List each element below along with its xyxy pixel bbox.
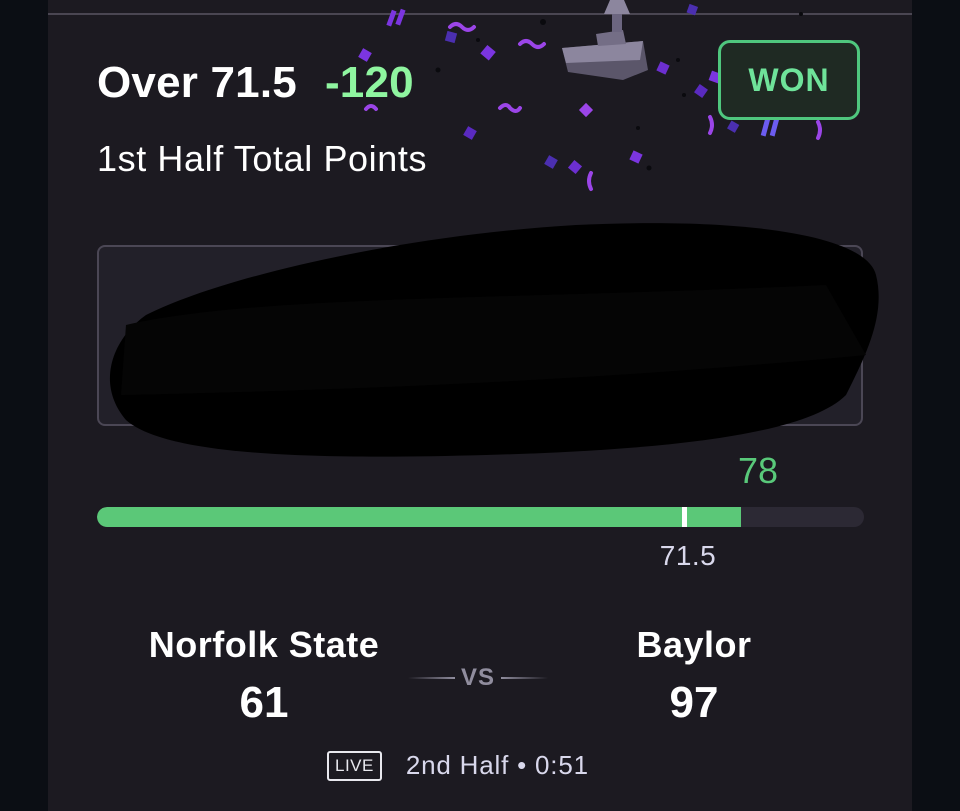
bet-selection: Over 71.5: [97, 58, 297, 107]
bet-card: Over 71.5 -120 1st Half Total Points WON…: [48, 0, 912, 811]
progress-fill: [97, 507, 742, 527]
live-badge: LIVE: [327, 750, 382, 781]
away-team[interactable]: Baylor 97: [594, 624, 794, 728]
vs-label: VS: [461, 664, 496, 691]
vs-line-right: [501, 677, 549, 679]
home-team-score: 61: [239, 678, 289, 727]
result-badge: WON: [718, 40, 860, 120]
home-team[interactable]: Norfolk State 61: [128, 624, 400, 728]
trophy-icon: [562, 0, 648, 80]
vs-separator: VS: [408, 664, 549, 692]
redaction-scribble: [109, 223, 879, 457]
progress-track: [97, 507, 864, 527]
game-clock: 2nd Half • 0:51: [405, 750, 589, 780]
vs-line-left: [408, 677, 455, 679]
bet-market: 1st Half Total Points: [97, 138, 428, 179]
away-team-name: Baylor: [636, 624, 752, 665]
current-total-value: 78: [737, 450, 779, 491]
line-marker: [682, 507, 687, 527]
bet-odds: -120: [324, 58, 414, 107]
home-team-name: Norfolk State: [148, 624, 380, 665]
away-team-score: 97: [669, 678, 719, 727]
line-label: 71.5: [659, 540, 717, 571]
bet-selection-line: Over 71.5 -120: [97, 58, 414, 108]
game-status: LIVE 2nd Half • 0:51: [327, 750, 589, 781]
top-divider: [48, 13, 912, 15]
